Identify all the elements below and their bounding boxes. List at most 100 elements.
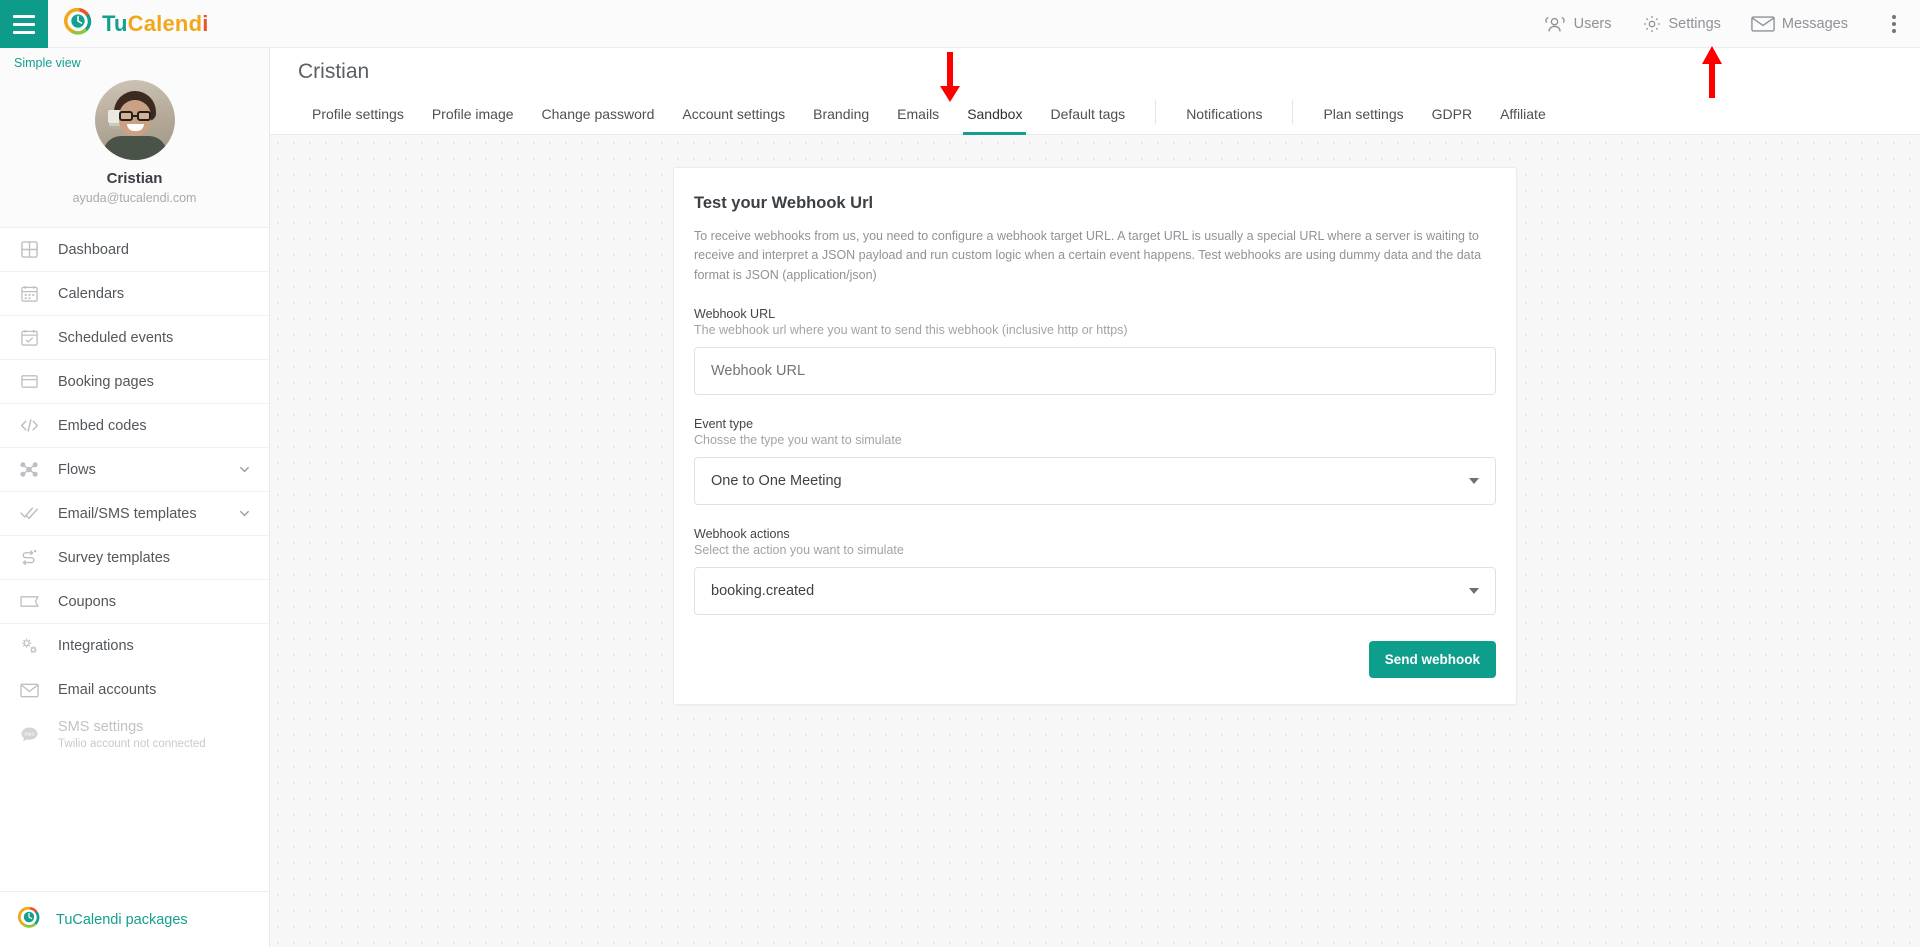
field-label: Webhook actions — [694, 527, 790, 542]
chevron-down-icon — [1469, 478, 1479, 485]
chevron-down-icon[interactable] — [238, 463, 251, 476]
webhook-url-input[interactable] — [694, 347, 1496, 396]
sidebar-item-dashboard[interactable]: Dashboard — [0, 228, 269, 272]
avatar-glasses-right — [136, 111, 151, 121]
sidebar-item-label: Integrations — [58, 638, 134, 654]
sidebar-item-label: Coupons — [58, 593, 117, 610]
profile-email: ayuda@tucalendi.com — [72, 191, 197, 205]
users-icon — [1543, 15, 1567, 33]
tab-default-tags[interactable]: Default tags — [1036, 94, 1139, 134]
tab-sandbox[interactable]: Sandbox — [953, 94, 1036, 135]
body-wrapper: Simple view Cristian ayuda@tucalendi.com — [0, 48, 1920, 947]
sidebar-item-label: Dashboard — [58, 241, 129, 258]
svg-text:SMS: SMS — [24, 732, 34, 738]
tab-change-password[interactable]: Change password — [528, 94, 669, 134]
card-actions: Send webhook — [694, 641, 1496, 679]
avatar-shirt — [102, 136, 167, 160]
event-type-select[interactable]: One to One Meeting — [694, 457, 1496, 506]
sidebar-item-flows[interactable]: Flows — [0, 448, 269, 492]
ticket-icon — [18, 594, 40, 609]
survey-arrows-icon — [18, 549, 40, 566]
more-options-button[interactable] — [1878, 9, 1906, 39]
top-navigation: Users Settings Messages — [1543, 0, 1920, 47]
webhook-test-card: Test your Webhook Url To receive webhook… — [673, 167, 1517, 706]
hamburger-icon-line — [13, 30, 35, 34]
tab-account-settings[interactable]: Account settings — [668, 94, 799, 134]
sidebar-item-booking-pages[interactable]: Booking pages — [0, 360, 269, 404]
field-webhook-actions: Webhook actions Select the action you wa… — [694, 527, 1496, 616]
sidebar-item-coupons[interactable]: Coupons — [0, 580, 269, 624]
sidebar-item-label: Survey templates — [58, 549, 171, 566]
sidebar-item-label: Flows — [58, 461, 96, 478]
field-help: Select the action you want to simulate — [694, 543, 904, 558]
tab-affiliate[interactable]: Affiliate — [1486, 94, 1560, 134]
field-event-type: Event type Chosse the type you want to s… — [694, 417, 1496, 506]
main-panel: Cristian Profile settings Profile image … — [270, 48, 1920, 947]
sidebar-nav: Dashboard Calendars Scheduled events Boo… — [0, 228, 269, 891]
top-bar: TuCalendi Users Settings Messages — [0, 0, 1920, 48]
avatar[interactable] — [94, 80, 175, 160]
brand-part-calend: Calend — [127, 10, 203, 36]
calendar-icon — [18, 285, 40, 302]
menu-toggle-button[interactable] — [0, 0, 48, 48]
tab-profile-image[interactable]: Profile image — [418, 94, 528, 134]
sidebar-item-label: SMS settings — [58, 719, 144, 736]
tab-divider — [1155, 100, 1157, 124]
simple-view-link[interactable]: Simple view — [0, 48, 269, 76]
chevron-down-icon — [1469, 588, 1479, 595]
sidebar-item-label: Email accounts — [58, 682, 157, 698]
envelope-icon — [18, 683, 40, 698]
kebab-dot — [1892, 21, 1896, 26]
main-header: Cristian — [270, 48, 1920, 84]
envelope-icon — [1751, 15, 1775, 33]
sidebar-item-integrations[interactable]: Integrations — [0, 624, 269, 668]
topnav-settings[interactable]: Settings — [1642, 14, 1721, 34]
topnav-settings-label: Settings — [1668, 15, 1721, 32]
sidebar-item-embed-codes[interactable]: Embed codes — [0, 404, 269, 448]
tab-divider — [1292, 100, 1294, 124]
field-help: Chosse the type you want to simulate — [694, 433, 902, 448]
card-title: Test your Webhook Url — [694, 194, 874, 212]
sidebar-item-survey-templates[interactable]: Survey templates — [0, 536, 269, 580]
sidebar-footer-packages[interactable]: TuCalendi packages — [0, 891, 269, 947]
tab-gdpr[interactable]: GDPR — [1418, 94, 1486, 134]
tab-plan-settings[interactable]: Plan settings — [1309, 94, 1417, 134]
avatar-glasses-bridge — [132, 115, 137, 117]
sidebar-item-label: Scheduled events — [58, 329, 174, 346]
tab-branding[interactable]: Branding — [799, 94, 883, 134]
flow-nodes-icon — [18, 461, 40, 478]
vertical-scrollbar[interactable] — [1911, 135, 1920, 947]
content-area: Test your Webhook Url To receive webhook… — [270, 135, 1920, 947]
send-webhook-button[interactable]: Send webhook — [1368, 641, 1496, 679]
topnav-messages[interactable]: Messages — [1751, 15, 1848, 33]
webhook-actions-select[interactable]: booking.created — [694, 567, 1496, 616]
brand-logo[interactable]: TuCalendi — [48, 0, 209, 47]
tab-profile-settings[interactable]: Profile settings — [298, 94, 418, 134]
tab-emails[interactable]: Emails — [883, 94, 953, 134]
field-webhook-url: Webhook URL The webhook url where you wa… — [694, 307, 1496, 396]
hamburger-icon-line — [13, 22, 35, 26]
brand-part-tu: Tu — [102, 10, 128, 36]
sms-bubble-icon: SMS — [18, 726, 40, 744]
sidebar-item-calendars[interactable]: Calendars — [0, 272, 269, 316]
tucalendi-clock-icon — [18, 906, 40, 933]
hamburger-icon-line — [13, 14, 35, 18]
topnav-messages-label: Messages — [1781, 15, 1848, 32]
sidebar-item-sms-settings[interactable]: SMS SMS settings Twilio account not conn… — [0, 712, 269, 758]
topnav-users[interactable]: Users — [1543, 15, 1612, 33]
sidebar-item-label: Calendars — [58, 285, 125, 302]
sidebar-item-email-sms-templates[interactable]: Email/SMS templates — [0, 492, 269, 536]
sidebar-item-email-accounts[interactable]: Email accounts — [0, 668, 269, 712]
tab-notifications[interactable]: Notifications — [1172, 94, 1276, 134]
card-description: To receive webhooks from us, you need to… — [694, 229, 1482, 282]
sidebar-item-sms-text: SMS settings Twilio account not connecte… — [58, 719, 206, 751]
sidebar-item-label: Embed codes — [58, 417, 147, 434]
brand-name: TuCalendi — [102, 11, 209, 37]
gears-icon — [18, 637, 40, 655]
chevron-down-icon[interactable] — [238, 507, 251, 520]
field-label: Event type — [694, 417, 754, 432]
sidebar-item-scheduled-events[interactable]: Scheduled events — [0, 316, 269, 360]
field-help: The webhook url where you want to send t… — [694, 323, 1128, 338]
window-icon — [18, 373, 40, 390]
